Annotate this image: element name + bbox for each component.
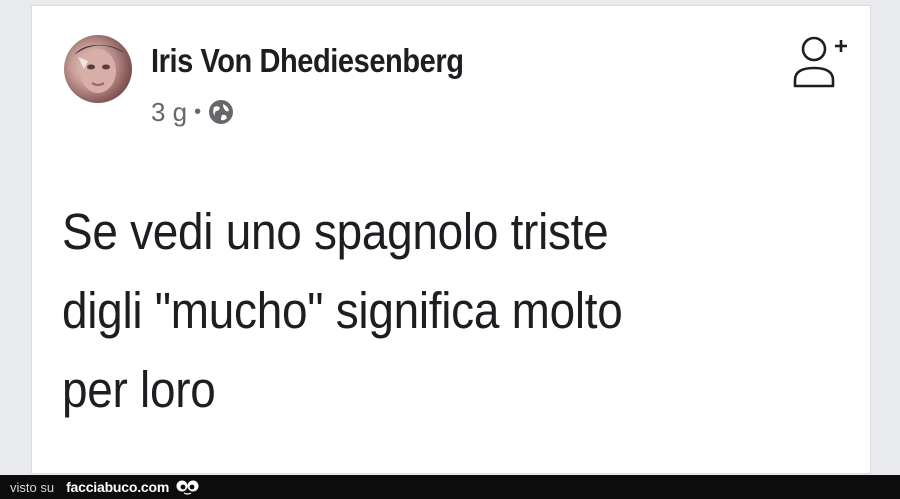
visto-su-label: visto su — [10, 479, 55, 495]
meta-separator: • — [194, 101, 202, 123]
post-meta: 3 g • — [151, 95, 234, 129]
avatar[interactable] — [64, 35, 132, 103]
eyes-logo-icon — [176, 480, 199, 495]
post-timestamp[interactable]: 3 g — [151, 97, 187, 128]
watermark-bar: visto su facciabuco.com — [0, 475, 900, 499]
globe-icon — [209, 100, 234, 124]
avatar-image — [74, 45, 124, 93]
post-card: Iris Von Dhediesenberg 3 g • Se vedi uno… — [31, 5, 871, 474]
site-name[interactable]: facciabuco.com — [66, 479, 169, 495]
author-name[interactable]: Iris Von Dhediesenberg — [151, 42, 464, 80]
add-friend-icon[interactable] — [786, 30, 850, 94]
post-text: Se vedi uno spagnolo triste digli "mucho… — [62, 203, 623, 418]
